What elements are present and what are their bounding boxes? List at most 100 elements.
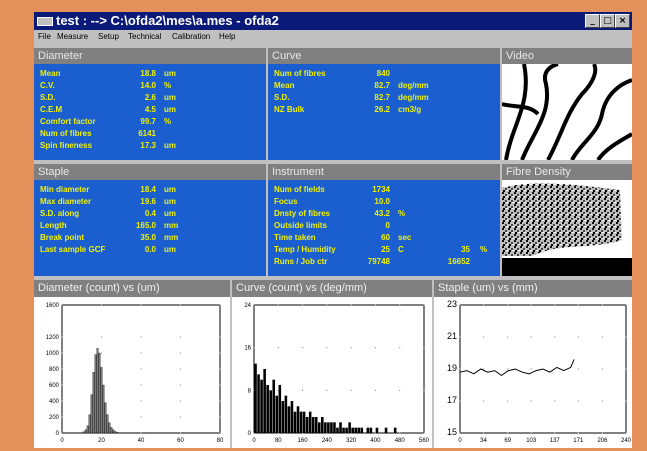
instrument-value: 43.2 [374,209,390,218]
curve-bar [336,427,339,433]
fibre-density-image [502,180,632,276]
staple-value: 0.4 [144,209,156,218]
staple-x-tick-label: 103 [526,438,537,444]
curve-y-tick-label: 8 [248,388,252,394]
staple-chart-plot: 0 34 69 103 137 171 206 240 15 17 19 21 23 [447,299,632,444]
fibre-density-panel: Fibre Density [502,164,632,276]
curve-grid-dot [326,389,328,391]
curve-bar [311,417,315,433]
curve-bar [302,411,306,433]
menu-measure[interactable]: Measure [57,30,88,44]
curve-chart-plot: 0 80 160 240 320 400 480 560 0 8 16 24 [244,303,429,444]
menu-setup[interactable]: Setup [98,30,119,44]
menu-file[interactable]: File [38,30,51,44]
staple-label: Length [40,221,67,230]
curve-bar [393,427,397,433]
diameter-grid-dot [179,304,182,306]
instrument-label: Num of fields [274,185,325,194]
menu-help[interactable]: Help [219,30,235,44]
instrument-value-2: 35 [461,245,470,254]
staple-grid-dot [507,432,509,434]
minimize-button[interactable]: _ [585,14,600,28]
curve-grid-dot [301,304,304,306]
diameter-grid-dot [140,336,142,338]
instrument-value: 0 [385,221,390,230]
curve-bar [369,427,373,433]
diameter-grid-dot [219,416,221,418]
window-title: test : --> C:\ofda2\mes\a.mes - ofda2 [56,13,279,28]
menu-technical[interactable]: Technical [128,30,161,44]
curve-unit: cm3/g [398,105,422,114]
curve-grid-dot [350,347,352,349]
staple-grid-dot [482,304,485,306]
maximize-button[interactable]: □ [600,14,615,28]
diameter-grid-dot [61,384,63,386]
curve-grid-dot [253,304,255,306]
staple-grid-dot [507,304,509,306]
diameter-histogram: Diameter (count) vs (um) 0 20 40 60 80 0 200 40… [34,280,230,448]
curve-bar [278,385,282,433]
curve-grid-dot [423,304,425,306]
curve-bar [305,417,309,433]
staple-value: 19.6 [140,197,156,206]
curve-bar [284,395,288,433]
diameter-label: C.V. [40,81,55,90]
app-icon [37,17,53,26]
instrument-value: 1734 [372,185,390,194]
curve-bar [260,379,263,433]
staple-grid-dot [601,336,604,338]
curve-bar [281,401,285,433]
diameter-bar [106,414,109,434]
curve-grid-dot [350,304,352,306]
curve-grid-dot [326,347,328,349]
video-panel: Video [502,48,632,160]
menu-calibration[interactable]: Calibration [172,30,210,44]
staple-grid-dot [601,400,604,402]
diameter-grid-dot [61,304,63,306]
diameter-label: Mean [40,69,61,78]
curve-grid-dot [399,389,401,391]
diameter-panel: Diameter Mean 18.8 um C.V. 14.0% S.D. 2.6 um C.E… [34,48,266,160]
curve-bar [314,417,318,433]
close-button[interactable]: × [615,14,630,28]
staple-grid-dot [530,304,532,306]
diameter-grid-dot [219,384,221,386]
instrument-label: Runs / Job ctr [274,257,328,266]
curve-grid-dot [374,347,377,349]
staple-grid-dot [459,368,461,370]
curve-label: NZ Bulk [274,105,305,114]
staple-unit: um [164,209,176,218]
staple-grid-dot [625,432,627,434]
staple-label: Max diameter [40,197,92,206]
diameter-bar [86,425,89,434]
curve-bar [272,379,276,433]
diameter-bar [102,384,105,434]
title-bar[interactable]: test : --> C:\ofda2\mes\a.mes - ofda2 _ … [34,12,632,30]
diameter-bar [112,429,115,434]
staple-grid-dot [625,304,627,306]
curve-bar [333,422,336,433]
diameter-unit: um [164,93,176,102]
diameter-grid-dot [179,336,182,338]
staple-x-tick-label: 240 [621,438,632,444]
diameter-grid-dot [179,400,182,402]
staple-x-tick-label: 0 [458,438,462,444]
staple-grid-dot [601,368,604,370]
curve-bar [275,395,279,433]
diameter-grid-dot [219,400,221,402]
diameter-value: 99.7 [140,117,156,126]
diameter-unit: um [164,105,176,114]
staple-label: Min diameter [40,185,90,194]
staple-grid-dot [601,432,604,434]
staple-x-tick-label: 137 [550,438,561,444]
staple-grid-dot [530,432,532,434]
staple-grid-dot [554,304,556,306]
diameter-grid-dot [219,352,221,354]
staple-grid-dot [577,400,579,402]
curve-bar [287,406,291,433]
staple-grid-dot [577,336,579,338]
curve-chart-title: Curve (count) vs (deg/mm) [232,280,432,297]
curve-bar [266,385,269,433]
diameter-value: 2.6 [144,93,156,102]
diameter-bar [98,352,101,434]
